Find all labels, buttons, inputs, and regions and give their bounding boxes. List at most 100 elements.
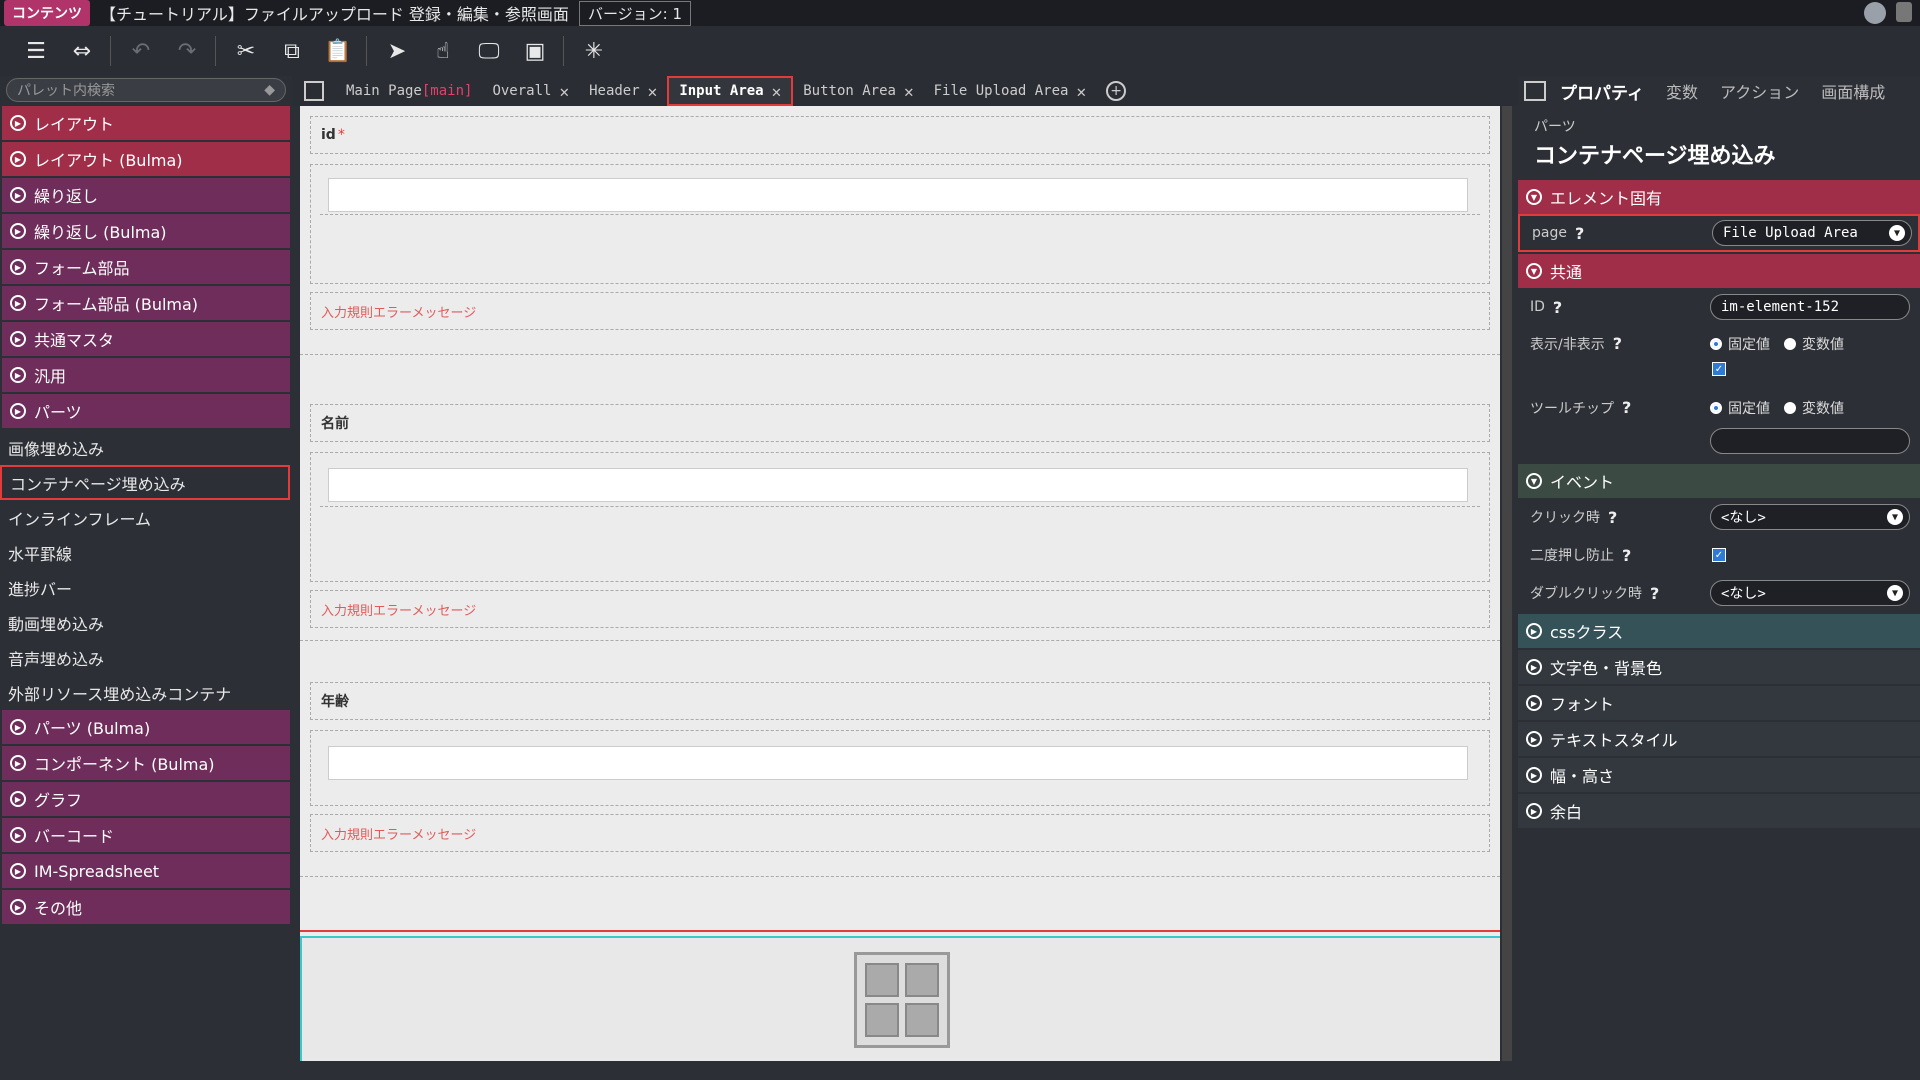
section-font[interactable]: ▶ フォント xyxy=(1518,686,1920,720)
page-tab[interactable]: Button Area ✕ xyxy=(793,76,923,106)
help-icon[interactable]: ? xyxy=(1608,508,1617,527)
help-icon[interactable]: ? xyxy=(1613,334,1622,353)
close-icon[interactable]: ✕ xyxy=(1076,82,1086,101)
click-select[interactable]: <なし> ▼ xyxy=(1710,504,1910,530)
help-icon[interactable]: ? xyxy=(1622,546,1631,565)
palette-category[interactable]: ▶ IM-Spreadsheet xyxy=(2,854,290,888)
add-tab-icon[interactable]: + xyxy=(1106,81,1127,101)
select-pointer-icon[interactable]: ➤ xyxy=(379,33,415,69)
user-avatar-icon[interactable] xyxy=(1864,2,1886,24)
radio-variable[interactable] xyxy=(1784,338,1796,350)
expand-arrow-icon: ▶ xyxy=(10,115,26,131)
section-common[interactable]: ▼ 共通 xyxy=(1518,254,1920,288)
palette-item[interactable]: インラインフレーム xyxy=(0,500,290,535)
id-field[interactable]: im-element-152 xyxy=(1710,294,1910,320)
eraser-icon[interactable]: ◆ xyxy=(264,82,275,98)
close-icon[interactable]: ✕ xyxy=(772,82,782,101)
properties-panel-icon[interactable] xyxy=(1524,81,1546,101)
name-input[interactable] xyxy=(328,468,1468,502)
palette-item[interactable]: コンテナページ埋め込み xyxy=(0,465,290,500)
radio-fixed[interactable] xyxy=(1710,402,1722,414)
help-icon[interactable]: ? xyxy=(1553,298,1562,317)
field-age-label[interactable]: 年齢 xyxy=(310,682,1490,720)
tab-actions[interactable]: アクション xyxy=(1720,79,1799,103)
palette-category[interactable]: ▶ コンポーネント (Bulma) xyxy=(2,746,290,780)
tab-main-page[interactable]: Main Page [main] xyxy=(336,76,482,106)
close-icon[interactable]: ✕ xyxy=(559,82,569,101)
palette-item[interactable]: 水平罫線 xyxy=(0,535,290,570)
hand-pointer-icon[interactable]: ☝ xyxy=(425,33,461,69)
palette-category[interactable]: ▶ レイアウト xyxy=(2,106,290,140)
page-tab[interactable]: Overall ✕ xyxy=(482,76,579,106)
help-icon[interactable]: ? xyxy=(1622,398,1631,417)
radio-fixed[interactable] xyxy=(1710,338,1722,350)
id-input[interactable] xyxy=(328,178,1468,212)
palette-search-input[interactable]: パレット内検索 ◆ xyxy=(6,78,286,102)
palette-categories-bottom: ▶ パーツ (Bulma) ▶ コンポーネント (Bulma) ▶ グラフ ▶ バーコード ▶ I… xyxy=(0,710,292,924)
redo-icon[interactable]: ↷ xyxy=(169,33,205,69)
palette-item[interactable]: 外部リソース埋め込みコンテナ xyxy=(0,675,290,710)
palette-category-label: レイアウト xyxy=(34,115,115,134)
palette-category[interactable]: ▶ パーツ xyxy=(2,394,290,428)
page-tab[interactable]: Header ✕ xyxy=(579,76,667,106)
expand-icon[interactable]: ⇔ xyxy=(64,33,100,69)
tab-screen-structure[interactable]: 画面構成 xyxy=(1821,79,1885,103)
css-icon[interactable]: ▣ xyxy=(517,33,553,69)
age-input[interactable] xyxy=(328,746,1468,780)
palette-category[interactable]: ▶ その他 xyxy=(2,890,290,924)
menu-list-icon[interactable]: ☰ xyxy=(18,33,54,69)
section-size[interactable]: ▶ 幅・高さ xyxy=(1518,758,1920,792)
section-text-color[interactable]: ▶ 文字色・背景色 xyxy=(1518,650,1920,684)
help-icon[interactable]: ? xyxy=(1650,584,1659,603)
tab-variables[interactable]: 変数 xyxy=(1666,79,1698,103)
palette-item[interactable]: 進捗バー xyxy=(0,570,290,605)
design-canvas[interactable]: id * 入力規則エラーメッセージ 名前 入力規則エラーメッセージ 年齢 入力規則… xyxy=(300,106,1500,1061)
expand-arrow-icon: ▶ xyxy=(10,223,26,239)
page-select[interactable]: File Upload Area ▼ xyxy=(1712,220,1912,246)
palette-item[interactable]: 動画埋め込み xyxy=(0,605,290,640)
double-press-checkbox[interactable]: ✓ xyxy=(1712,548,1726,562)
help-icon[interactable]: ? xyxy=(1575,224,1584,243)
container-embed-element[interactable] xyxy=(300,936,1500,1061)
palette-category[interactable]: ▶ フォーム部品 (Bulma) xyxy=(2,286,290,320)
tabs-panel-icon[interactable] xyxy=(304,81,324,101)
field-name-label[interactable]: 名前 xyxy=(310,404,1490,442)
tab-properties[interactable]: プロパティ xyxy=(1560,79,1644,104)
section-element-specific[interactable]: ▼ エレメント固有 xyxy=(1518,180,1920,214)
paste-icon[interactable]: 📋 xyxy=(320,33,356,69)
palette-category[interactable]: ▶ レイアウト (Bulma) xyxy=(2,142,290,176)
error-message: 入力規則エラーメッセージ xyxy=(310,814,1490,852)
palette-category[interactable]: ▶ 汎用 xyxy=(2,358,290,392)
section-css-class[interactable]: ▶ cssクラス xyxy=(1518,614,1920,648)
sparkle-icon[interactable]: ✳ xyxy=(576,33,612,69)
palette-category[interactable]: ▶ グラフ xyxy=(2,782,290,816)
container-embed-selection[interactable] xyxy=(300,930,1500,1061)
section-text-style[interactable]: ▶ テキストスタイル xyxy=(1518,722,1920,756)
palette-category[interactable]: ▶ パーツ (Bulma) xyxy=(2,710,290,744)
palette-item[interactable]: 画像埋め込み xyxy=(0,430,290,465)
visibility-checkbox[interactable]: ✓ xyxy=(1712,362,1726,376)
cut-icon[interactable]: ✂ xyxy=(228,33,264,69)
dblclick-select[interactable]: <なし> ▼ xyxy=(1710,580,1910,606)
tooltip-input[interactable] xyxy=(1710,428,1910,454)
section-event[interactable]: ▼ イベント xyxy=(1518,464,1920,498)
palette-category[interactable]: ▶ 共通マスタ xyxy=(2,322,290,356)
undo-icon[interactable]: ↶ xyxy=(123,33,159,69)
palette-item[interactable]: 音声埋め込み xyxy=(0,640,290,675)
palette-category[interactable]: ▶ バーコード xyxy=(2,818,290,852)
section-margin[interactable]: ▶ 余白 xyxy=(1518,794,1920,828)
page-tab[interactable]: Input Area ✕ xyxy=(667,76,794,106)
palette-category[interactable]: ▶ 繰り返し (Bulma) xyxy=(2,214,290,248)
radio-variable[interactable] xyxy=(1784,402,1796,414)
palette-category[interactable]: ▶ 繰り返し xyxy=(2,178,290,212)
copy-icon[interactable]: ⧉ xyxy=(274,33,310,69)
lock-icon[interactable] xyxy=(1896,2,1912,22)
close-icon[interactable]: ✕ xyxy=(904,82,914,101)
palette-category[interactable]: ▶ フォーム部品 xyxy=(2,250,290,284)
close-icon[interactable]: ✕ xyxy=(648,82,658,101)
preview-monitor-icon[interactable]: 🖵 xyxy=(471,33,507,69)
page-tab[interactable]: File Upload Area ✕ xyxy=(924,76,1097,106)
canvas-scrollbar[interactable] xyxy=(1502,106,1512,1061)
properties-tabs: プロパティ 変数 アクション 画面構成 xyxy=(1518,76,1920,106)
field-id-label[interactable]: id * xyxy=(310,116,1490,154)
